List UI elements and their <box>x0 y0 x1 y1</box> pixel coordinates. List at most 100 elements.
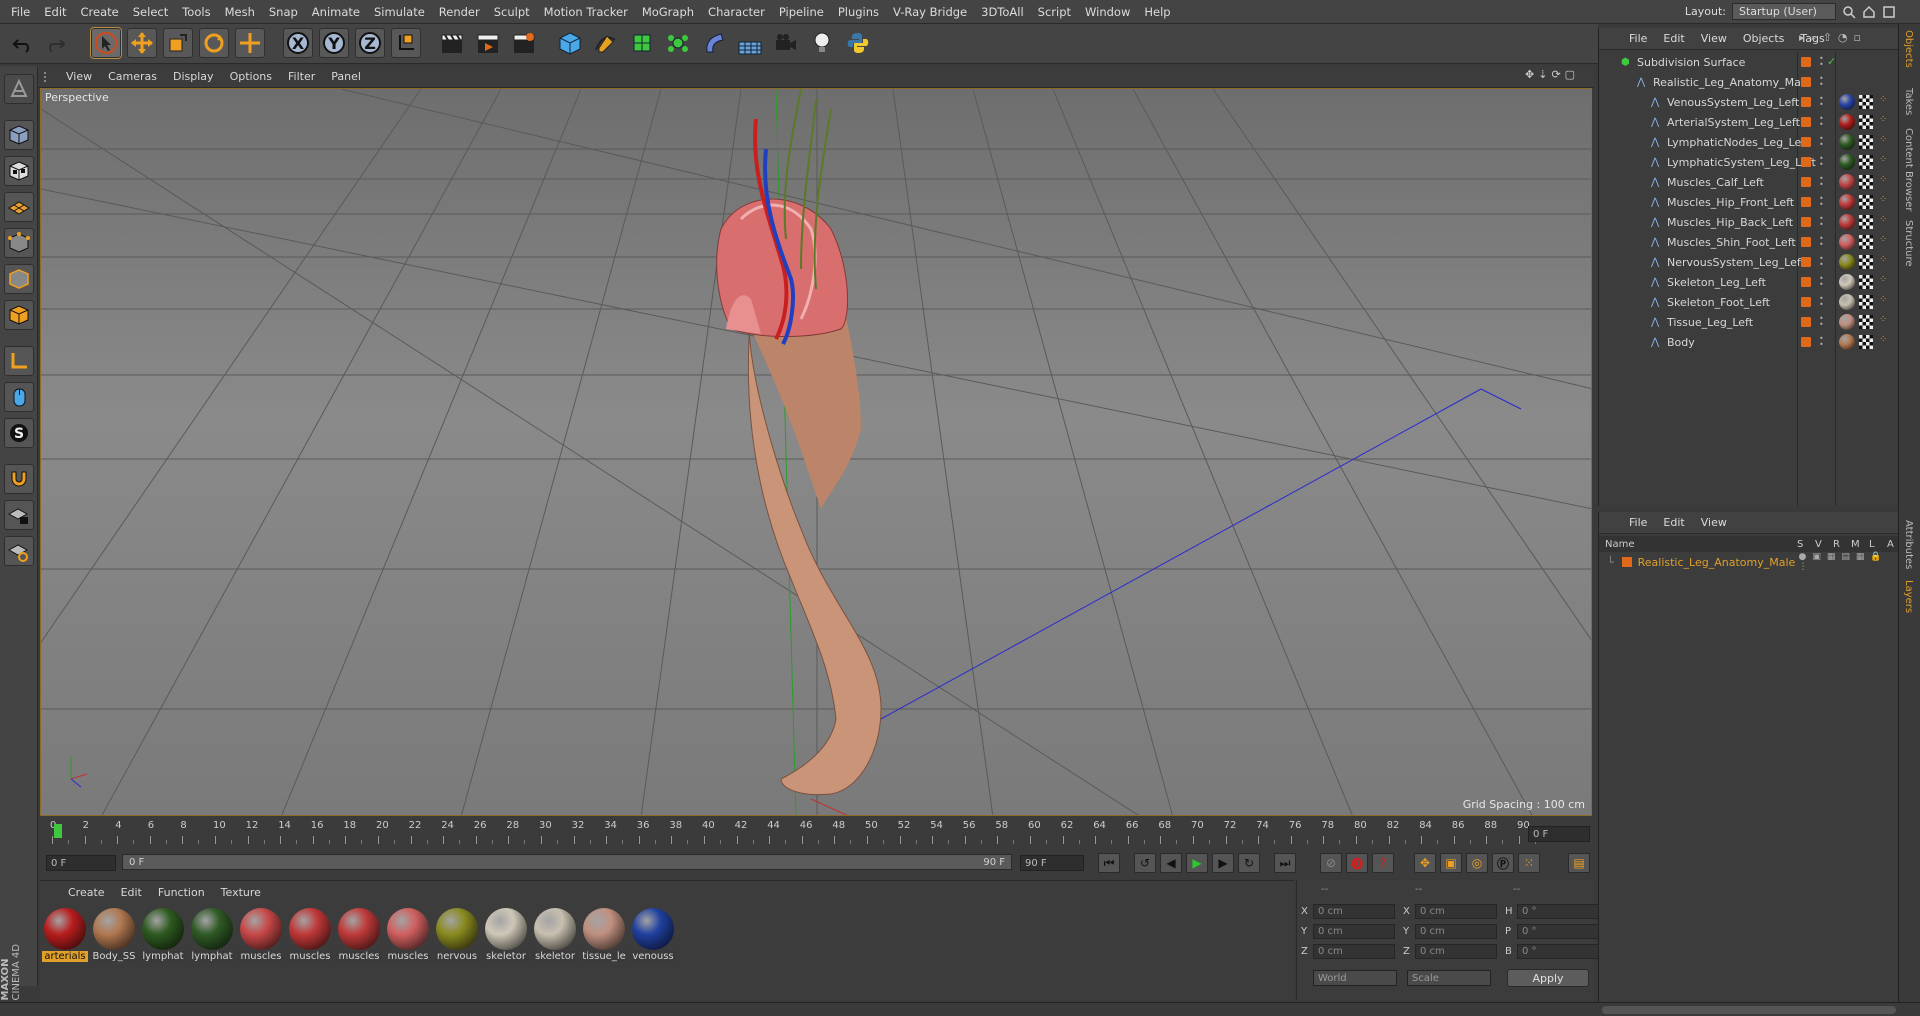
material-tag-icon[interactable] <box>1839 254 1855 270</box>
coordinate-value-field[interactable]: 0 ° <box>1517 924 1599 939</box>
phong-tag-icon[interactable]: ⁘ <box>1879 314 1887 325</box>
visibility-dots-icon[interactable]: • • <box>1819 255 1824 269</box>
phong-tag-icon[interactable]: ⁘ <box>1879 154 1887 165</box>
menu-more-icon[interactable]: ▸ <box>1799 31 1805 45</box>
next-frame-button[interactable]: ▶ <box>1212 853 1234 873</box>
phong-tag-icon[interactable]: ⁘ <box>1879 274 1887 285</box>
coordinate-value-field[interactable]: 0 cm <box>1415 944 1497 959</box>
tab-content-browser[interactable]: Content Browser <box>1903 128 1914 211</box>
timeline-ruler[interactable]: 0246810121416182022242628303234363840424… <box>40 818 1592 848</box>
record-active-objects-button[interactable]: ⓿ <box>1346 853 1368 873</box>
layout-dropdown[interactable]: Startup (User) <box>1732 3 1836 20</box>
visibility-dots-icon[interactable]: • • <box>1819 335 1824 349</box>
menu-mograph[interactable]: MoGraph <box>635 5 701 19</box>
material-swatch[interactable]: lymphat <box>140 907 186 969</box>
texture-tag-icon[interactable] <box>1859 115 1873 129</box>
object-menu-edit[interactable]: Edit <box>1655 32 1692 45</box>
menu-snap[interactable]: Snap <box>262 5 305 19</box>
maximize-view-icon[interactable]: ▢ <box>1565 68 1575 81</box>
material-swatch[interactable]: muscles <box>336 907 382 969</box>
visibility-dots-icon[interactable]: • • <box>1819 195 1824 209</box>
phong-tag-icon[interactable]: ⁘ <box>1879 114 1887 125</box>
menu-simulate[interactable]: Simulate <box>367 5 432 19</box>
coordinate-value-field[interactable]: 0 cm <box>1313 924 1395 939</box>
menu-file[interactable]: File <box>4 5 37 19</box>
layer-row[interactable]: └ Realistic_Leg_Anatomy_Male ●▣▦▤▦🔒⋮ <box>1607 552 1897 572</box>
coordinate-value-field[interactable]: 0 cm <box>1313 944 1395 959</box>
go-to-start-button[interactable]: ⏮ <box>1098 853 1120 873</box>
material-swatch[interactable]: nervous <box>434 907 480 969</box>
tweak-mode-button[interactable] <box>4 382 34 412</box>
viewport-menu-display[interactable]: Display <box>165 70 222 83</box>
rotate-view-icon[interactable]: ⟳ <box>1551 68 1560 81</box>
viewport-menu-view[interactable]: View <box>58 70 100 83</box>
object-row[interactable]: ⋀ LymphaticNodes_Leg_Left • • ⁘ <box>1599 132 1899 152</box>
object-row[interactable]: ⋀ VenousSystem_Leg_Left • • ⁘ <box>1599 92 1899 112</box>
model-mode-button[interactable] <box>4 120 34 150</box>
menu-mesh[interactable]: Mesh <box>218 5 262 19</box>
texture-tag-icon[interactable] <box>1859 275 1873 289</box>
add-generator-button[interactable] <box>627 28 657 58</box>
record-parameter-button[interactable]: Ⓟ <box>1492 853 1514 873</box>
texture-tag-icon[interactable] <box>1859 295 1873 309</box>
layer-color-swatch[interactable] <box>1622 557 1632 567</box>
object-menu-objects[interactable]: Objects <box>1735 32 1793 45</box>
visibility-dots-icon[interactable]: • • <box>1819 295 1824 309</box>
add-mograph-button[interactable] <box>663 28 693 58</box>
render-view-button[interactable] <box>437 28 467 58</box>
layer-menu-view[interactable]: View <box>1693 516 1735 529</box>
texture-tag-icon[interactable] <box>1859 135 1873 149</box>
object-row[interactable]: ⋀ Body • • ⁘ <box>1599 332 1899 352</box>
material-swatch[interactable]: muscles <box>238 907 284 969</box>
record-point-level-button[interactable]: ⁙ <box>1518 853 1540 873</box>
menu-render[interactable]: Render <box>432 5 487 19</box>
pan-view-icon[interactable]: ✥ <box>1525 68 1534 81</box>
visibility-dots-icon[interactable]: • • <box>1819 155 1824 169</box>
coordinate-value-field[interactable]: 0 ° <box>1517 944 1599 959</box>
layer-color-icon[interactable] <box>1801 197 1811 207</box>
record-rotation-button[interactable]: ◎ <box>1466 853 1488 873</box>
frame-range-slider[interactable]: 0 F 90 F <box>122 854 1012 870</box>
phong-tag-icon[interactable]: ⁘ <box>1879 294 1887 305</box>
layer-color-icon[interactable] <box>1801 77 1811 87</box>
material-tag-icon[interactable] <box>1839 154 1855 170</box>
add-spline-button[interactable] <box>591 28 621 58</box>
material-swatch[interactable]: lymphat <box>189 907 235 969</box>
material-tag-icon[interactable] <box>1839 94 1855 110</box>
polygons-mode-button[interactable] <box>4 300 34 330</box>
material-tag-icon[interactable] <box>1839 194 1855 210</box>
layer-color-icon[interactable] <box>1801 217 1811 227</box>
viewport-menu-panel[interactable]: Panel <box>323 70 369 83</box>
visibility-dots-icon[interactable]: • • <box>1819 235 1824 249</box>
snapping-button[interactable]: S <box>4 418 34 448</box>
object-name[interactable]: Subdivision Surface <box>1637 56 1745 69</box>
render-picture-viewer-button[interactable] <box>473 28 503 58</box>
coordinate-space-dropdown[interactable]: World <box>1313 970 1397 986</box>
menu-character[interactable]: Character <box>701 5 772 19</box>
material-swatch[interactable]: skeletor <box>483 907 529 969</box>
object-name[interactable]: Muscles_Shin_Foot_Left <box>1667 236 1796 249</box>
recent-tool-button[interactable] <box>235 28 265 58</box>
visibility-dots-icon[interactable]: • • <box>1819 95 1824 109</box>
render-settings-button[interactable] <box>509 28 539 58</box>
object-name[interactable]: Realistic_Leg_Anatomy_Male <box>1653 76 1811 89</box>
phong-tag-icon[interactable]: ⁘ <box>1879 214 1887 225</box>
coordinate-value-field[interactable]: 0 ° <box>1517 904 1599 919</box>
add-cube-button[interactable] <box>555 28 585 58</box>
object-name[interactable]: Muscles_Calf_Left <box>1667 176 1764 189</box>
object-name[interactable]: Muscles_Hip_Back_Left <box>1667 216 1793 229</box>
object-name[interactable]: Muscles_Hip_Front_Left <box>1667 196 1794 209</box>
object-name[interactable]: ArterialSystem_Leg_Left <box>1667 116 1800 129</box>
texture-tag-icon[interactable] <box>1859 255 1873 269</box>
python-button[interactable] <box>843 28 873 58</box>
phong-tag-icon[interactable]: ⁘ <box>1879 194 1887 205</box>
object-menu-view[interactable]: View <box>1693 32 1735 45</box>
layer-color-icon[interactable] <box>1801 337 1811 347</box>
material-swatch[interactable]: muscles <box>385 907 431 969</box>
layer-color-icon[interactable] <box>1801 317 1811 327</box>
object-row[interactable]: ⋀ ArterialSystem_Leg_Left • • ⁘ <box>1599 112 1899 132</box>
enabled-check-icon[interactable]: ✓ <box>1827 55 1836 68</box>
points-mode-button[interactable] <box>4 228 34 258</box>
menu-pipeline[interactable]: Pipeline <box>772 5 831 19</box>
material-swatch[interactable]: skeletor <box>532 907 578 969</box>
